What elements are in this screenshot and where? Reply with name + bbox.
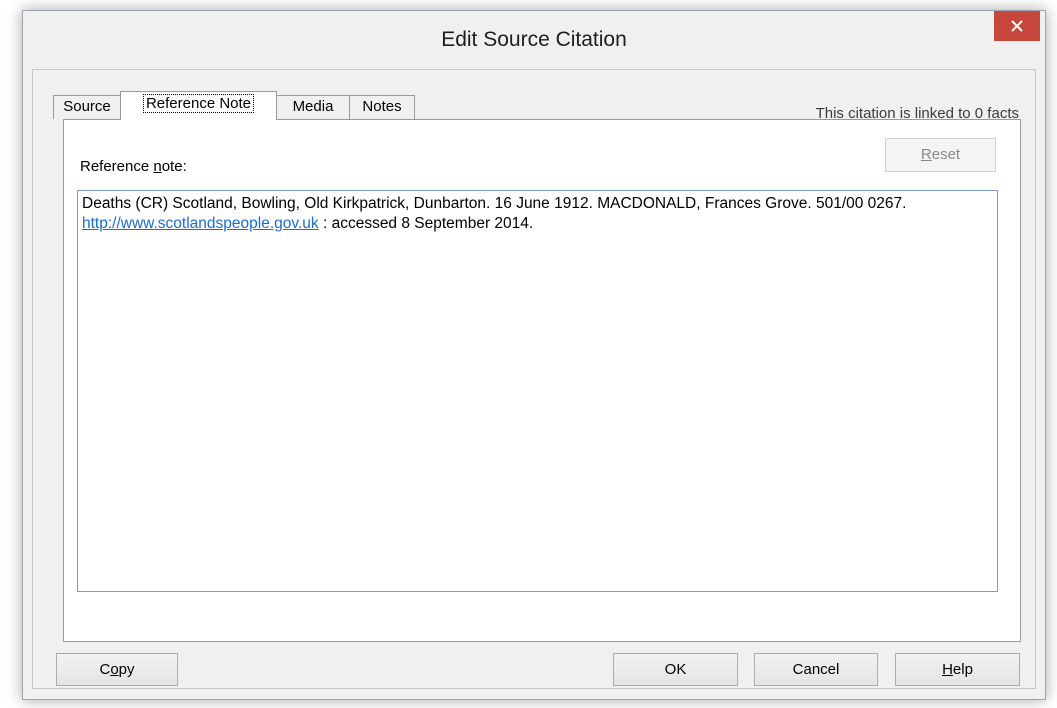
reference-note-label: Reference note: — [80, 158, 187, 175]
ok-button[interactable]: OK — [613, 653, 738, 686]
tab-notes[interactable]: Notes — [349, 95, 415, 119]
copy-button[interactable]: Copy — [56, 653, 178, 686]
scotlandspeople-link[interactable]: http://www.scotlandspeople.gov.uk — [82, 215, 319, 232]
reference-note-textbox[interactable]: Deaths (CR) Scotland, Bowling, Old Kirkp… — [77, 190, 998, 592]
dialog-body: Source Reference Note Media Notes This c… — [32, 69, 1036, 689]
reset-button[interactable]: Reset — [885, 138, 996, 172]
close-icon — [1011, 20, 1023, 32]
cancel-button[interactable]: Cancel — [754, 653, 878, 686]
note-text: Deaths (CR) Scotland, Bowling, Old Kirkp… — [82, 195, 907, 212]
help-button[interactable]: Help — [895, 653, 1020, 686]
reference-note-panel: Reference note: Reset Deaths (CR) Scotla… — [63, 119, 1021, 642]
dialog-title: Edit Source Citation — [441, 28, 627, 51]
title-bar: Edit Source Citation — [23, 11, 1045, 69]
close-button[interactable] — [994, 11, 1040, 41]
tab-source[interactable]: Source — [53, 95, 121, 119]
tab-media[interactable]: Media — [276, 95, 350, 119]
tab-reference-note[interactable]: Reference Note — [120, 91, 277, 120]
note-text-end: : accessed 8 September 2014. — [318, 215, 534, 232]
edit-source-citation-dialog: Edit Source Citation Source Reference No… — [22, 10, 1046, 700]
